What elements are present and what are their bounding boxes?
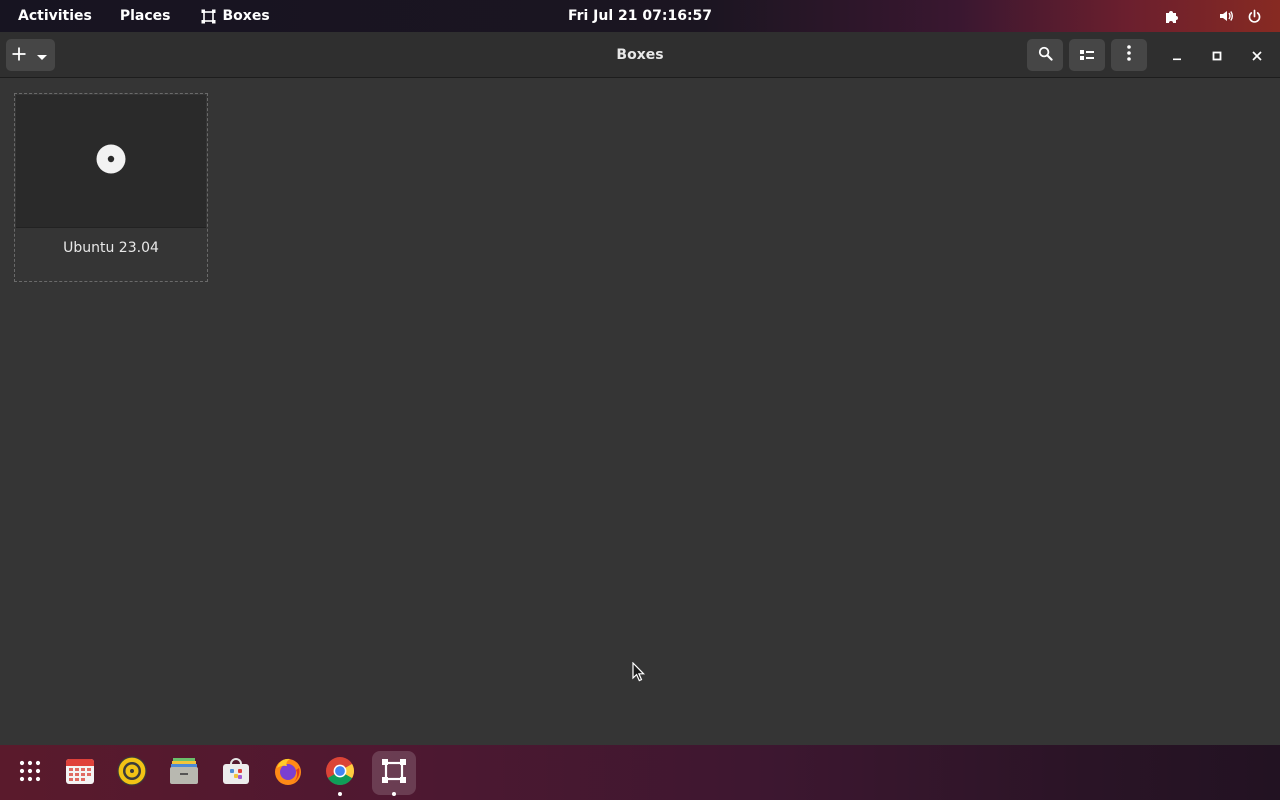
minimize-icon [1172,46,1182,65]
volume-icon[interactable] [1212,0,1240,32]
window-title: Boxes [616,47,664,63]
dock-calendar[interactable] [58,751,102,795]
header-bar: Boxes [0,32,1280,78]
dock-files[interactable] [162,751,206,795]
show-apps-icon [19,760,41,786]
search-icon [1038,46,1053,65]
main-menu-button[interactable] [1111,39,1147,71]
list-view-icon [1080,46,1094,65]
close-button[interactable] [1245,43,1269,67]
places-menu[interactable]: Places [108,0,185,32]
rhythmbox-icon [117,756,147,790]
chevron-down-icon [37,46,47,65]
chrome-icon [325,756,355,790]
kebab-menu-icon [1127,45,1131,65]
dock-firefox[interactable] [266,751,310,795]
plus-icon [12,46,26,65]
boxes-app-icon [201,9,216,24]
top-bar: Activities Places Boxes Fri Jul 21 07:16… [0,0,1280,32]
software-icon [221,756,251,790]
activities-button[interactable]: Activities [0,0,108,32]
machine-card[interactable]: Ubuntu 23.04 [14,93,208,282]
view-toggle-button[interactable] [1069,39,1105,71]
maximize-button[interactable] [1205,43,1229,67]
power-icon[interactable] [1240,0,1268,32]
calendar-icon [65,757,95,789]
dock-rhythmbox[interactable] [110,751,154,795]
files-icon [169,757,199,789]
boxes-icon [381,758,407,788]
search-button[interactable] [1027,39,1063,71]
disc-icon [96,144,126,178]
activities-label: Activities [18,8,92,24]
dock [0,745,1280,800]
show-apps-button[interactable] [8,751,52,795]
mouse-pointer-icon [632,661,646,686]
close-icon [1252,46,1262,65]
dock-boxes[interactable] [372,751,416,796]
places-label: Places [119,8,171,24]
machine-name: Ubuntu 23.04 [63,240,159,256]
machine-thumbnail [16,95,206,228]
dock-chrome[interactable] [318,751,362,796]
extensions-icon[interactable] [1158,0,1186,32]
dock-software[interactable] [214,751,258,795]
app-menu-label: Boxes [222,8,270,24]
running-indicator [338,792,342,796]
running-indicator [392,792,396,796]
firefox-icon [273,756,303,790]
machines-grid: Ubuntu 23.04 [0,79,1280,745]
minimize-button[interactable] [1165,43,1189,67]
maximize-icon [1212,46,1222,65]
app-menu[interactable]: Boxes [185,0,279,32]
clock[interactable]: Fri Jul 21 07:16:57 [568,8,712,24]
new-machine-button[interactable] [6,39,55,71]
